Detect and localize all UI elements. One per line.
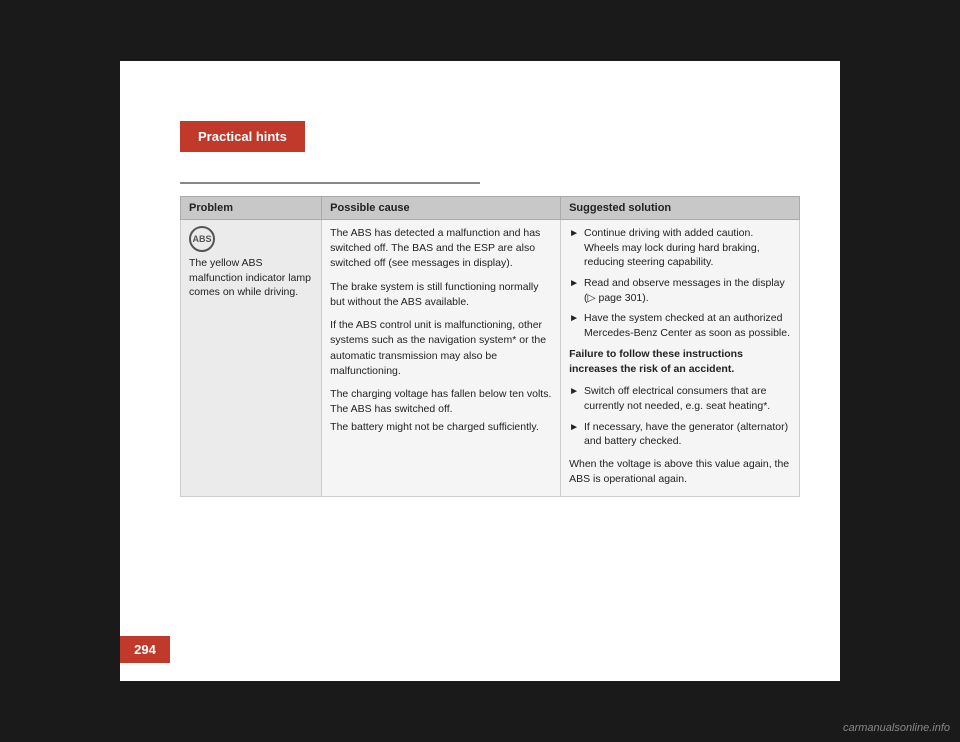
cause-para-4: The charging voltage has fallen below te… <box>330 387 552 416</box>
cause-para-5: The battery might not be charged suffici… <box>330 420 552 435</box>
col-header-cause: Possible cause <box>322 197 561 220</box>
table-row: ABS The yellow ABS malfunction indicator… <box>181 220 800 497</box>
cause-para-1: The ABS has detected a malfunction and h… <box>330 226 552 272</box>
cause-para-3: If the ABS control unit is malfunctionin… <box>330 318 552 379</box>
solution-cell: ► Continue driving with added caution. W… <box>561 220 800 497</box>
table-header-row: Problem Possible cause Suggested solutio… <box>181 197 800 220</box>
watermark: carmanualsonline.info <box>843 722 950 734</box>
cause-para-2: The brake system is still functioning no… <box>330 280 552 310</box>
page-content: Practical hints Problem Possible cause S… <box>120 61 840 681</box>
page-number: 294 <box>120 636 170 663</box>
problem-description: The yellow ABS malfunction indicator lam… <box>189 256 313 300</box>
abs-icon: ABS <box>189 226 215 252</box>
solution-item-5: ► If necessary, have the generator (alte… <box>569 420 791 449</box>
arrow-icon-5: ► <box>569 421 579 435</box>
cause-cell: The ABS has detected a malfunction and h… <box>322 220 561 497</box>
arrow-icon-2: ► <box>569 277 579 291</box>
section-header: Practical hints <box>180 121 305 152</box>
abs-table: Problem Possible cause Suggested solutio… <box>180 196 800 497</box>
voltage-note: When the voltage is above this value aga… <box>569 457 791 486</box>
arrow-icon-1: ► <box>569 227 579 241</box>
solution-item-3: ► Have the system checked at an authoriz… <box>569 311 791 340</box>
main-table-wrapper: Problem Possible cause Suggested solutio… <box>180 196 800 497</box>
solution-item-4: ► Switch off electrical consumers that a… <box>569 384 791 413</box>
arrow-icon-4: ► <box>569 385 579 399</box>
section-title: Practical hints <box>198 129 287 144</box>
solution-item-2: ► Read and observe messages in the displ… <box>569 276 791 305</box>
problem-cell: ABS The yellow ABS malfunction indicator… <box>181 220 322 497</box>
col-header-problem: Problem <box>181 197 322 220</box>
failure-notice: Failure to follow these instructions inc… <box>569 347 791 376</box>
solution-item-1: ► Continue driving with added caution. W… <box>569 226 791 270</box>
header-underline <box>180 182 480 184</box>
col-header-solution: Suggested solution <box>561 197 800 220</box>
arrow-icon-3: ► <box>569 312 579 326</box>
